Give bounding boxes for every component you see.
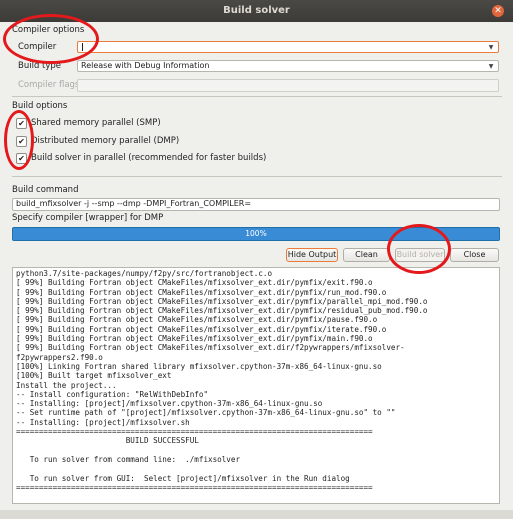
compiler-options-heading: Compiler options bbox=[12, 25, 85, 35]
build-solver-dialog: Build solver ✕ Compiler options Compiler… bbox=[0, 0, 513, 519]
output-line: ========================================… bbox=[16, 427, 373, 437]
build-output-console[interactable]: python3.7/site-packages/numpy/f2py/src/f… bbox=[12, 267, 500, 504]
output-line: [ 99%] Building Fortran object CMakeFile… bbox=[16, 306, 428, 316]
output-line: [ 99%] Building Fortran object CMakeFile… bbox=[16, 315, 378, 325]
parallel-build-checkbox-label: Build solver in parallel (recommended fo… bbox=[31, 153, 267, 163]
smp-checkbox-label: Shared memory parallel (SMP) bbox=[31, 118, 161, 128]
output-line: To run solver from GUI: Select [project]… bbox=[29, 473, 350, 483]
compiler-flags-label: Compiler flags bbox=[18, 80, 80, 90]
output-line: [ 99%] Building Fortran object CMakeFile… bbox=[16, 287, 387, 297]
build-progress-bar: 100% bbox=[12, 227, 500, 241]
output-line: [ 99%] Building Fortran object CMakeFile… bbox=[16, 334, 373, 344]
build-command-label: Build command bbox=[12, 185, 79, 195]
divider bbox=[12, 96, 502, 97]
chevron-down-icon[interactable]: ▼ bbox=[487, 42, 495, 52]
progress-text: 100% bbox=[245, 229, 267, 238]
text-caret bbox=[82, 43, 83, 51]
title-bar: Build solver ✕ bbox=[0, 0, 513, 22]
build-output-text: python3.7/site-packages/numpy/f2py/src/f… bbox=[13, 268, 499, 493]
output-line: f2pywrappers2.f90.o bbox=[16, 352, 103, 362]
window-bottom-edge bbox=[0, 510, 513, 519]
output-line: -- Installing: [project]/mfixsolver.cpyt… bbox=[16, 399, 323, 409]
output-line: [ 99%] Building Fortran object CMakeFile… bbox=[16, 296, 428, 306]
compiler-label: Compiler bbox=[18, 42, 57, 52]
output-line: python3.7/site-packages/numpy/f2py/src/f… bbox=[16, 269, 273, 278]
chevron-down-icon[interactable]: ▼ bbox=[487, 61, 495, 71]
output-line: [ 99%] Building Fortran object CMakeFile… bbox=[16, 278, 373, 288]
output-line: Install the project... bbox=[16, 380, 117, 390]
output-line: [ 99%] Building Fortran object CMakeFile… bbox=[16, 343, 405, 353]
build-command-value: build_mfixsolver -j --smp --dmp -DMPI_Fo… bbox=[16, 199, 252, 208]
dmp-checkbox[interactable]: ✔ bbox=[16, 136, 27, 147]
compiler-flags-input bbox=[77, 79, 499, 92]
output-line: [100%] Built target mfixsolver_ext bbox=[16, 371, 172, 381]
build-command-field[interactable]: build_mfixsolver -j --smp --dmp -DMPI_Fo… bbox=[12, 198, 500, 211]
dmp-wrapper-label: Specify compiler [wrapper] for DMP bbox=[12, 213, 164, 223]
clean-button[interactable]: Clean bbox=[343, 248, 390, 262]
dmp-checkbox-label: Distributed memory parallel (DMP) bbox=[31, 136, 180, 146]
output-line: -- Install configuration: "RelWithDebInf… bbox=[16, 389, 209, 399]
output-line: ========================================… bbox=[16, 482, 373, 492]
output-line: To run solver from command line: ./mfixs… bbox=[29, 454, 241, 464]
output-line: -- Installing: [project]/mfixsolver.sh bbox=[16, 417, 190, 427]
output-line: [ 99%] Building Fortran object CMakeFile… bbox=[16, 324, 387, 334]
compiler-combobox[interactable]: ▼ bbox=[77, 41, 499, 53]
parallel-build-checkbox[interactable]: ✔ bbox=[16, 153, 27, 164]
hide-output-button[interactable]: Hide Output bbox=[286, 248, 338, 262]
close-window-button[interactable]: ✕ bbox=[492, 5, 504, 17]
close-button[interactable]: Close bbox=[450, 248, 499, 262]
build-type-value: Release with Debug Information bbox=[81, 61, 210, 70]
window-title: Build solver bbox=[223, 5, 290, 16]
output-line: BUILD SUCCESSFUL bbox=[125, 436, 199, 446]
build-type-label: Build type bbox=[18, 61, 62, 71]
output-line: -- Set runtime path of "[project]/mfixso… bbox=[16, 408, 396, 418]
build-options-heading: Build options bbox=[12, 101, 68, 111]
divider bbox=[12, 176, 502, 177]
output-line: [100%] Linking Fortran shared library mf… bbox=[16, 361, 382, 371]
build-type-combobox[interactable]: Release with Debug Information ▼ bbox=[77, 60, 499, 72]
build-solver-button: Build solver bbox=[395, 248, 445, 262]
smp-checkbox[interactable]: ✔ bbox=[16, 118, 27, 129]
